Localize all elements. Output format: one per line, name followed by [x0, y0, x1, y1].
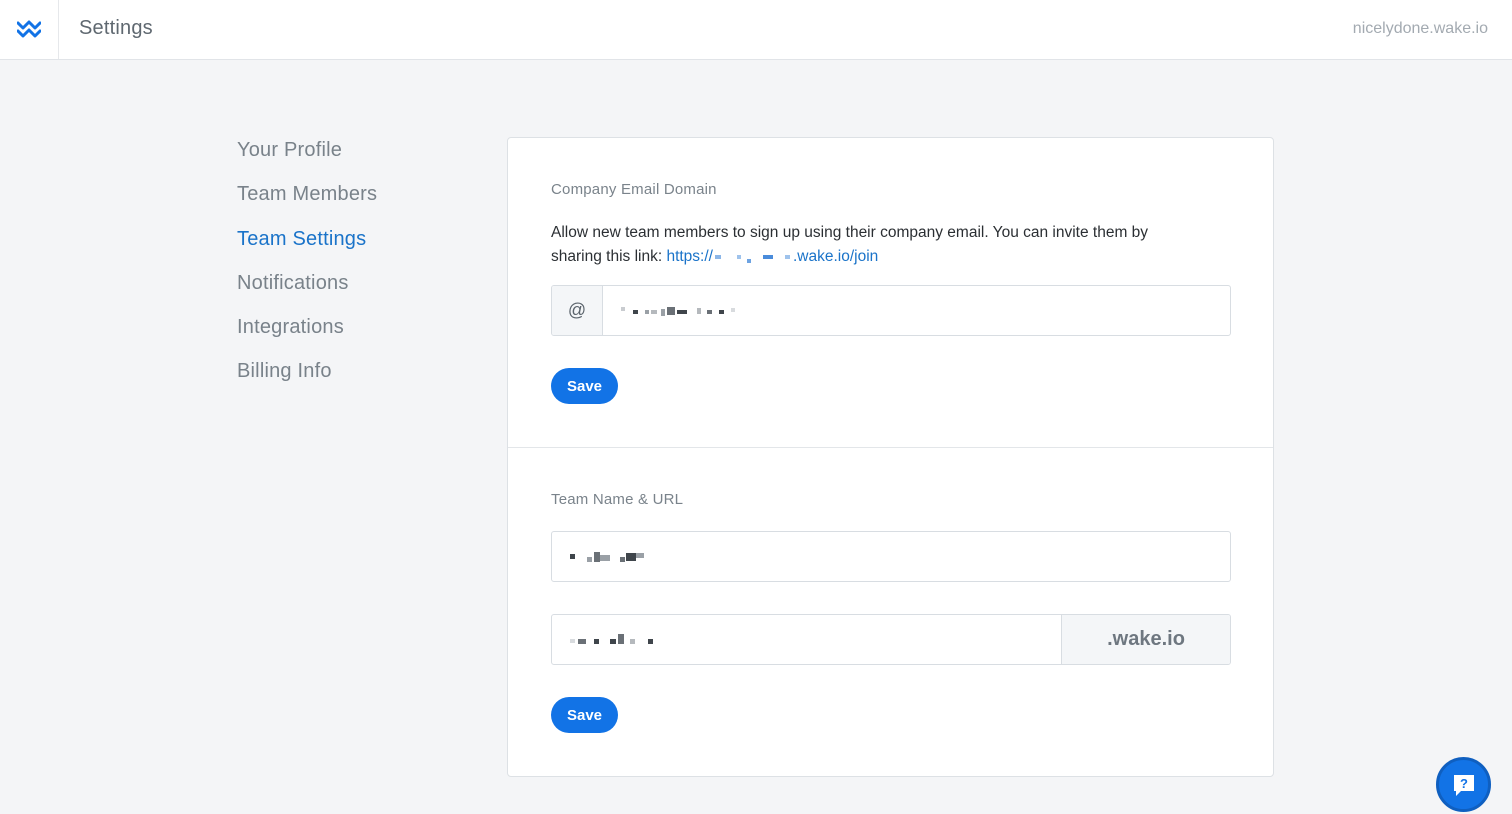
email-domain-label: Company Email Domain [551, 181, 717, 198]
save-team-name-button[interactable]: Save [551, 697, 618, 733]
wake-logo-icon [17, 20, 41, 37]
sidebar-item-notifications[interactable]: Notifications [237, 268, 457, 312]
team-url-input-group: .wake.io [551, 614, 1231, 665]
wake-io-suffix-addon: .wake.io [1061, 615, 1230, 664]
help-question-icon: ? [1453, 774, 1474, 796]
email-domain-input[interactable] [603, 286, 1230, 335]
logo[interactable] [0, 0, 59, 59]
section-divider [508, 447, 1273, 448]
team-name-input-group [551, 531, 1231, 582]
team-domain[interactable]: nicelydone.wake.io [1353, 20, 1488, 38]
redacted-team-url [570, 633, 653, 644]
email-domain-input-group: @ [551, 285, 1231, 336]
page-title: Settings [79, 17, 153, 39]
save-email-domain-button[interactable]: Save [551, 368, 618, 404]
invite-link-prefix: https:// [666, 248, 713, 265]
team-name-url-label: Team Name & URL [551, 491, 684, 508]
team-url-input[interactable] [552, 615, 1061, 664]
sidebar-item-integrations[interactable]: Integrations [237, 312, 457, 356]
redacted-email-domain [621, 306, 735, 316]
redacted-link-team [714, 254, 790, 263]
svg-text:?: ? [1460, 776, 1468, 791]
sidebar-item-your-profile[interactable]: Your Profile [237, 135, 457, 179]
invite-link-suffix: .wake.io/join [792, 248, 879, 265]
sidebar-item-team-settings[interactable]: Team Settings [237, 224, 457, 268]
sidebar-item-team-members[interactable]: Team Members [237, 179, 457, 223]
redacted-team-name [570, 551, 644, 562]
team-settings-card: Company Email Domain Allow new team memb… [507, 137, 1274, 777]
email-domain-description: Allow new team members to sign up using … [551, 221, 1191, 269]
settings-sidebar: Your Profile Team Members Team Settings … [237, 135, 457, 401]
team-name-input[interactable] [552, 532, 1230, 581]
sidebar-item-billing-info[interactable]: Billing Info [237, 356, 457, 400]
invite-link[interactable]: https:// .wake.io/join [666, 248, 878, 265]
at-symbol-addon: @ [552, 286, 603, 335]
top-bar: Settings nicelydone.wake.io [0, 0, 1512, 60]
help-chat-button[interactable]: ? [1436, 757, 1491, 812]
